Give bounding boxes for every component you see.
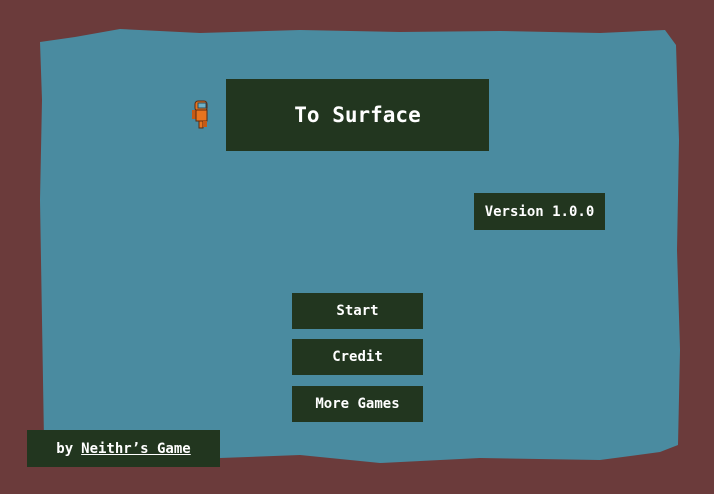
astronaut-player-icon <box>192 100 208 129</box>
author-credit: by Neithr’s Game <box>27 430 220 467</box>
version-label: Version 1.0.0 <box>474 193 605 230</box>
start-button[interactable]: Start <box>292 293 423 329</box>
author-link[interactable]: Neithr’s Game <box>81 441 191 457</box>
game-screen: To Surface Version 1.0.0 Start Credit Mo… <box>0 0 714 494</box>
more-games-button[interactable]: More Games <box>292 386 423 422</box>
game-title: To Surface <box>226 79 489 151</box>
by-label: by <box>56 440 74 457</box>
credit-button[interactable]: Credit <box>292 339 423 375</box>
